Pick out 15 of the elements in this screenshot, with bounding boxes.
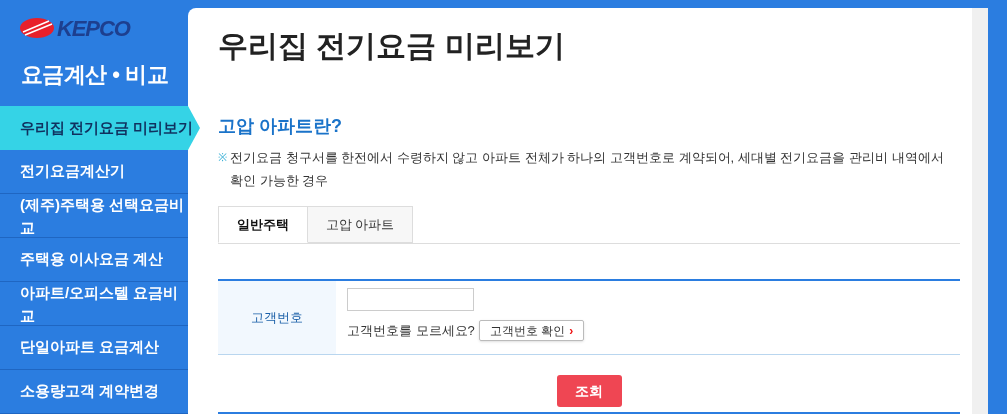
label-cell: 고객번호 [218, 281, 336, 354]
tab[interactable]: 고압 아파트 [308, 206, 413, 243]
description-text: 전기요금 청구서를 한전에서 수령하지 않고 아파트 전체가 하나의 고객번호로 계약되어, 세대별 전기요금을 관리비 내역에서 확인 가능한 경우 [230, 149, 945, 190]
bullet-icon: ※ [218, 146, 227, 169]
logo-text: KEPCO [57, 15, 130, 43]
tab[interactable]: 일반주택 [218, 206, 308, 243]
submit-button[interactable]: 조회 [556, 375, 622, 407]
page-title: 우리집 전기요금 미리보기 [218, 28, 566, 64]
sidebar-item[interactable]: 우리집 전기요금 미리보기 [0, 106, 200, 150]
lookup-button[interactable]: 고객번호 확인 › [478, 320, 585, 341]
hint-text: 고객번호를 모르세요? [347, 321, 475, 340]
section-title: 고압 아파트란? [218, 115, 343, 138]
sidebar-title: 요금계산 • 비교 [20, 61, 169, 89]
logo-icon [19, 17, 55, 39]
customer-number-field[interactable] [347, 288, 474, 311]
